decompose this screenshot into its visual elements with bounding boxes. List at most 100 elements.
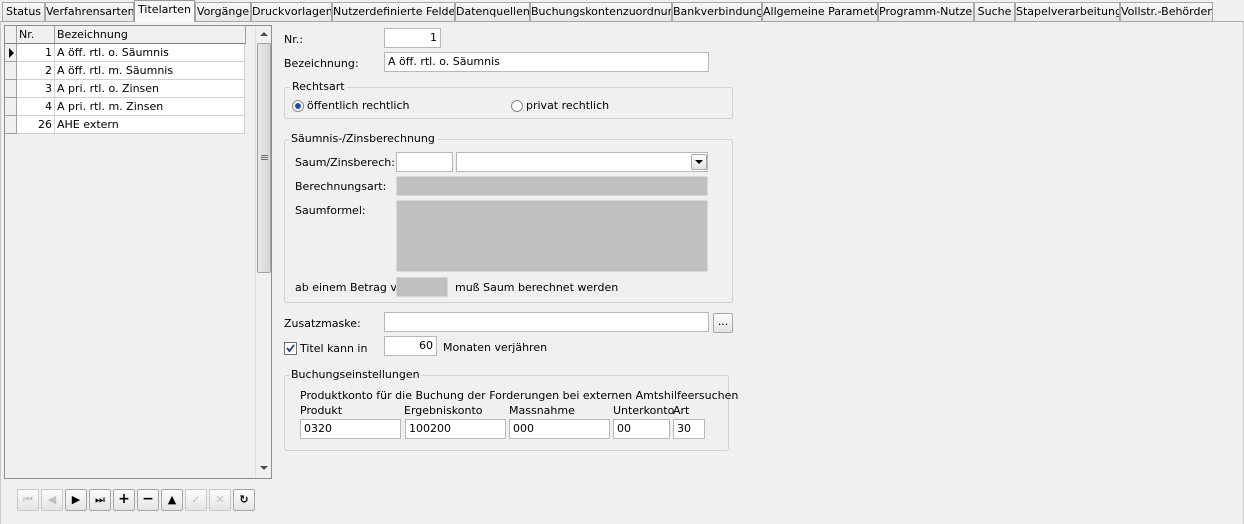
monate-field[interactable]: 60 [384, 336, 437, 356]
tab-programm-nutzer[interactable]: Programm-Nutzer [878, 2, 974, 21]
cell-nr[interactable]: 4 [17, 98, 55, 116]
titel-verjaehrung-checkbox[interactable] [284, 342, 297, 355]
zusatzmaske-field[interactable] [384, 312, 709, 332]
table-row[interactable]: 2 A öff. rtl. m. Säumnis [5, 62, 246, 80]
cell-nr[interactable]: 3 [17, 80, 55, 98]
buchung-description: Produktkonto für die Buchung der Forderu… [300, 389, 739, 402]
scroll-down-arrow-icon[interactable] [259, 464, 269, 472]
grip-icon [261, 155, 268, 160]
ergebniskonto-field[interactable]: 100200 [405, 419, 506, 439]
table-row[interactable]: 26 AHE extern [5, 116, 246, 134]
grid-indicator-header [5, 26, 17, 44]
saum-label: Saum/Zinsberech: [295, 156, 395, 169]
tab-suche[interactable]: Suche [974, 2, 1015, 21]
tab-nutzerdefinierte-felder[interactable]: Nutzerdefinierte Felder [332, 2, 455, 21]
cell-bezeichnung[interactable]: AHE extern [55, 116, 245, 134]
grid-header-bezeichnung[interactable]: Bezeichnung [55, 26, 246, 44]
checkmark-icon [286, 344, 295, 353]
table-row[interactable]: 1 A öff. rtl. o. Säumnis [5, 44, 246, 62]
chevron-down-icon [695, 160, 703, 164]
col-art-label: Art [673, 404, 690, 417]
cell-bezeichnung[interactable]: A öff. rtl. m. Säumnis [55, 62, 245, 80]
plus-icon: + [118, 491, 130, 507]
cancel-icon: ✕ [215, 493, 225, 506]
next-record-button[interactable]: ▶ [65, 489, 87, 511]
table-row[interactable]: 3 A pri. rtl. o. Zinsen [5, 80, 246, 98]
nr-label: Nr.: [284, 33, 303, 46]
grid-vertical-scrollbar[interactable] [255, 26, 271, 478]
saeumnis-legend: Säumnis-/Zinsberechnung [289, 132, 437, 145]
tab-allgemeine-parameter[interactable]: Allgemeine Parameter [762, 2, 878, 21]
scrollbar-thumb[interactable] [257, 43, 271, 273]
row-indicator [5, 98, 17, 116]
saumformel-label: Saumformel: [295, 204, 366, 217]
col-produkt-label: Produkt [300, 404, 343, 417]
tab-datenquellen[interactable]: Datenquellen [455, 2, 530, 21]
last-record-button[interactable]: ⏭ [89, 489, 111, 511]
cell-nr[interactable]: 2 [17, 62, 55, 80]
minus-icon: − [142, 491, 154, 507]
saum-code-field[interactable] [396, 152, 453, 172]
last-icon: ⏭ [95, 493, 105, 506]
cell-bezeichnung[interactable]: A öff. rtl. o. Säumnis [55, 44, 245, 62]
massnahme-field[interactable]: 000 [509, 419, 610, 439]
prior-record-button[interactable]: ◀ [41, 489, 63, 511]
grid-header-nr[interactable]: Nr. [17, 26, 55, 44]
current-row-arrow-icon [9, 48, 14, 58]
tab-vorgaenge[interactable]: Vorgänge [195, 2, 251, 21]
delete-record-button[interactable]: − [137, 489, 159, 511]
row-indicator [5, 44, 17, 62]
radio-privat-label[interactable]: privat rechtlich [526, 99, 609, 112]
radio-oeffentlich-label[interactable]: öffentlich rechtlich [307, 99, 410, 112]
tab-buchungskontenzuordnung[interactable]: Buchungskontenzuordnung [530, 2, 672, 21]
radio-privat[interactable] [511, 100, 523, 112]
first-record-button[interactable]: ⏮ [17, 489, 39, 511]
check-icon: ✓ [191, 493, 201, 506]
tab-titelarten[interactable]: Titelarten [134, 0, 195, 22]
zusatzmaske-browse-button[interactable]: ... [713, 313, 733, 333]
scroll-up-arrow-icon[interactable] [259, 30, 269, 38]
betrag-label: ab einem Betrag von [295, 281, 411, 294]
radio-oeffentlich[interactable] [292, 100, 304, 112]
tab-vollstr-behoerden[interactable]: Vollstr.-Behörden [1120, 2, 1213, 21]
cell-nr[interactable]: 26 [17, 116, 55, 134]
cancel-record-button[interactable]: ✕ [209, 489, 231, 511]
tab-bar: Status Verfahrensarten Titelarten Vorgän… [0, 0, 1244, 22]
nr-field[interactable]: 1 [384, 28, 441, 48]
titel-kann-in-label[interactable]: Titel kann in [300, 342, 367, 355]
edit-record-button[interactable]: ▲ [161, 489, 183, 511]
tab-bankverbindung[interactable]: Bankverbindung [672, 2, 762, 21]
saum-select[interactable] [456, 152, 708, 172]
insert-record-button[interactable]: + [113, 489, 135, 511]
tab-druckvorlagen[interactable]: Druckvorlagen [251, 2, 332, 21]
unterkonto-field[interactable]: 00 [613, 419, 670, 439]
berechnungsart-label: Berechnungsart: [295, 180, 387, 193]
zusatzmaske-label: Zusatzmaske: [284, 317, 361, 330]
titelarten-grid[interactable]: Nr. Bezeichnung 1 A öff. rtl. o. Säumnis… [4, 25, 272, 479]
cell-nr[interactable]: 1 [17, 44, 55, 62]
row-indicator [5, 80, 17, 98]
buchung-legend: Buchungseinstellungen [289, 368, 422, 381]
saum-dropdown-button[interactable] [691, 154, 707, 170]
art-field[interactable]: 30 [673, 419, 705, 439]
table-row[interactable]: 4 A pri. rtl. m. Zinsen [5, 98, 246, 116]
produkt-field[interactable]: 0320 [300, 419, 401, 439]
refresh-icon: ↻ [239, 493, 249, 506]
row-indicator [5, 62, 17, 80]
tab-status[interactable]: Status [2, 2, 45, 21]
monate-label: Monaten verjähren [443, 341, 548, 354]
betrag-suffix-label: muß Saum berechnet werden [455, 281, 619, 294]
row-indicator [5, 116, 17, 134]
prior-icon: ◀ [47, 493, 57, 506]
col-massnahme-label: Massnahme [509, 404, 575, 417]
refresh-button[interactable]: ↻ [233, 489, 255, 511]
bezeichnung-field[interactable]: A öff. rtl. o. Säumnis [384, 52, 709, 72]
cell-bezeichnung[interactable]: A pri. rtl. m. Zinsen [55, 98, 245, 116]
cell-bezeichnung[interactable]: A pri. rtl. o. Zinsen [55, 80, 245, 98]
col-unterkonto-label: Unterkonto [613, 404, 675, 417]
tab-stapelverarbeitung[interactable]: Stapelverarbeitung [1015, 2, 1120, 21]
bezeichnung-label: Bezeichnung: [284, 57, 359, 70]
tab-verfahrensarten[interactable]: Verfahrensarten [45, 2, 134, 21]
rechtsart-legend: Rechtsart [290, 80, 347, 93]
post-record-button[interactable]: ✓ [185, 489, 207, 511]
